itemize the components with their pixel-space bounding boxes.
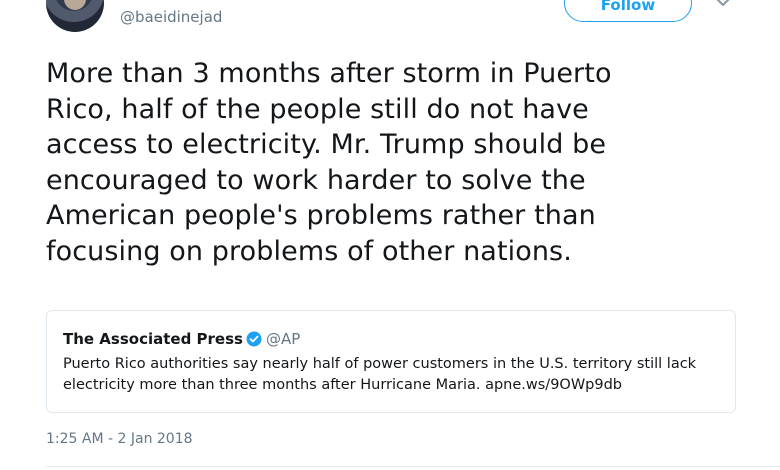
tweet-timestamp[interactable]: 1:25 AM - 2 Jan 2018 — [46, 431, 193, 447]
tweet-text-line: encouraged to work harder to solve the — [46, 164, 586, 196]
author-handle[interactable]: @baeidinejad — [120, 8, 222, 26]
verified-badge-icon — [246, 331, 262, 347]
tweet-text-line: Rico, half of the people still do not ha… — [46, 93, 589, 125]
tweet-text-line: access to electricity. Mr. Trump should … — [46, 129, 607, 160]
quoted-tweet-text: Puerto Rico authorities say nearly half … — [63, 354, 719, 396]
quoted-author-handle: @AP — [265, 330, 301, 348]
tweet-text: More than 3 months after storm in Puerto… — [46, 56, 756, 269]
quoted-tweet-card[interactable]: The Associated Press @AP Puerto Rico aut… — [46, 310, 736, 413]
quoted-tweet-text-line: electricity more than three months after… — [63, 377, 623, 393]
quoted-tweet-header: The Associated Press @AP — [63, 329, 719, 349]
quoted-author-name: The Associated Press — [63, 330, 243, 348]
quoted-tweet-text-line: Puerto Rico authorities say nearly half … — [63, 356, 697, 372]
avatar-face — [64, 0, 86, 10]
tweet-page: @baeidinejad Follow More than 3 months a… — [0, 0, 780, 470]
tweet-text-line: focusing on problems of other nations. — [46, 235, 572, 267]
tweet-text-line: American people's problems rather than — [46, 200, 596, 231]
divider — [46, 466, 780, 467]
follow-button[interactable]: Follow — [564, 0, 692, 22]
avatar[interactable] — [46, 0, 104, 32]
tweet-text-line: More than 3 months after storm in Puerto — [46, 58, 612, 89]
chevron-down-icon[interactable] — [714, 0, 732, 8]
